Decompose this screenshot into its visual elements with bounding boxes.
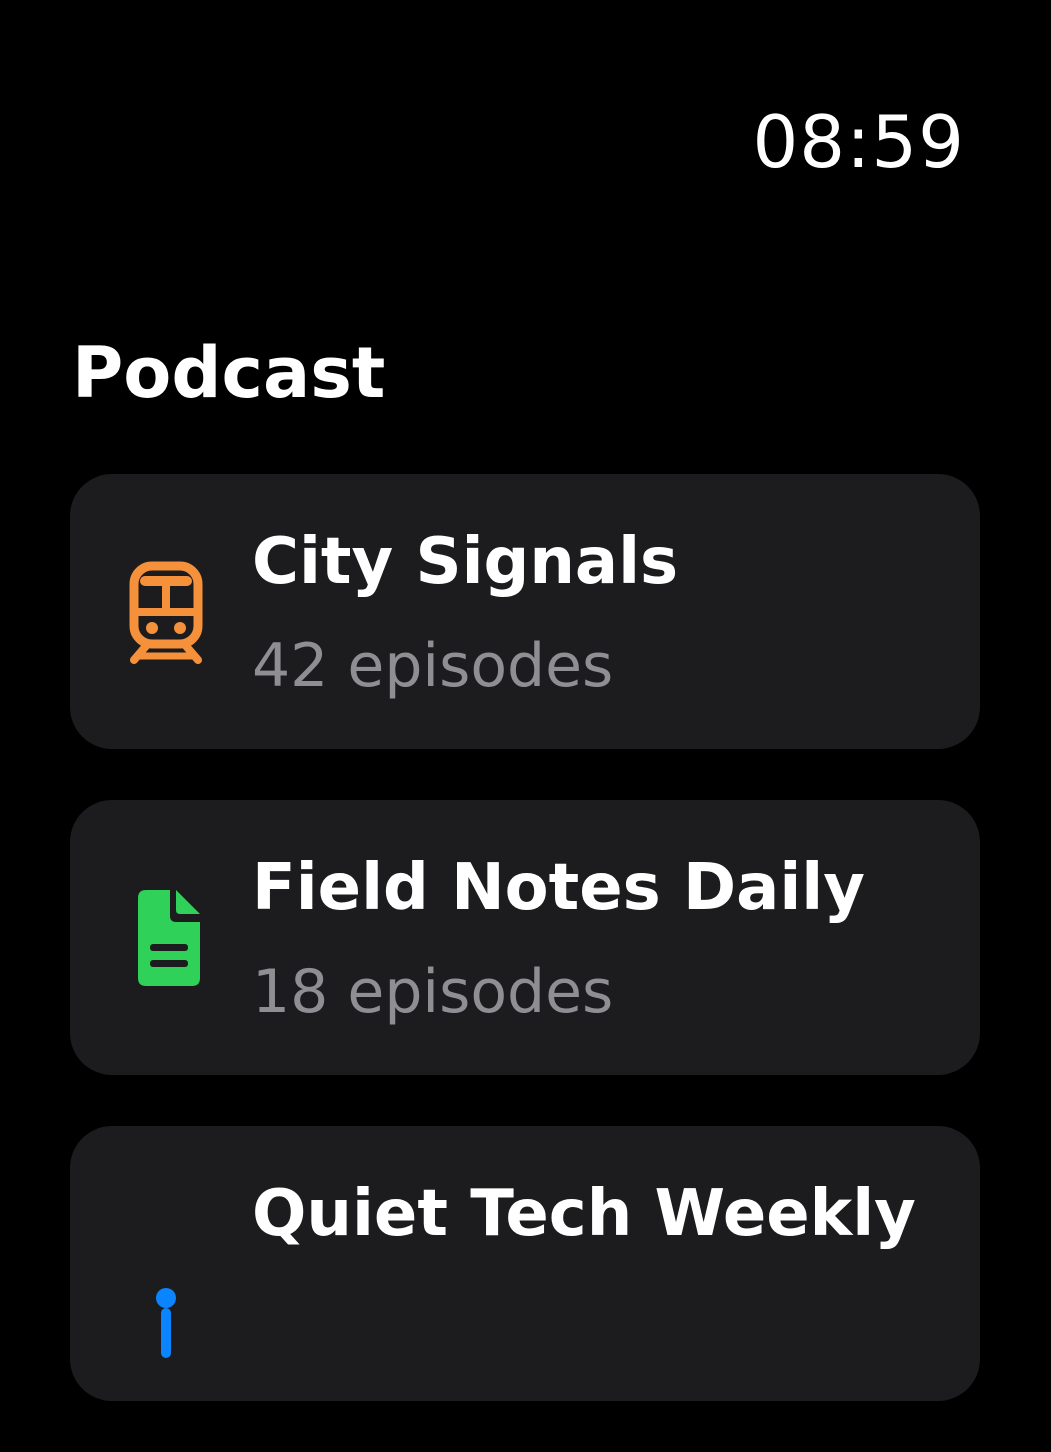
podcast-list: City Signals 42 episodes Field Notes Dai… [70, 474, 980, 1452]
tram-icon [128, 560, 204, 664]
podcast-item-field-notes-daily[interactable]: Field Notes Daily 18 episodes [70, 800, 980, 1075]
podcast-episode-count: 42 episodes [252, 631, 614, 701]
podcast-item-city-signals[interactable]: City Signals 42 episodes [70, 474, 980, 749]
podcast-title: Quiet Tech Weekly [252, 1177, 916, 1251]
podcast-icon [128, 1268, 204, 1372]
podcast-episode-count: 18 episodes [252, 957, 614, 1027]
document-icon [128, 886, 204, 990]
podcast-item-quiet-tech-weekly[interactable]: Quiet Tech Weekly [70, 1126, 980, 1401]
podcast-title: Field Notes Daily [252, 851, 865, 925]
page-title: Podcast [72, 332, 386, 414]
status-time: 08:59 [752, 100, 965, 184]
podcast-title: City Signals [252, 525, 679, 599]
